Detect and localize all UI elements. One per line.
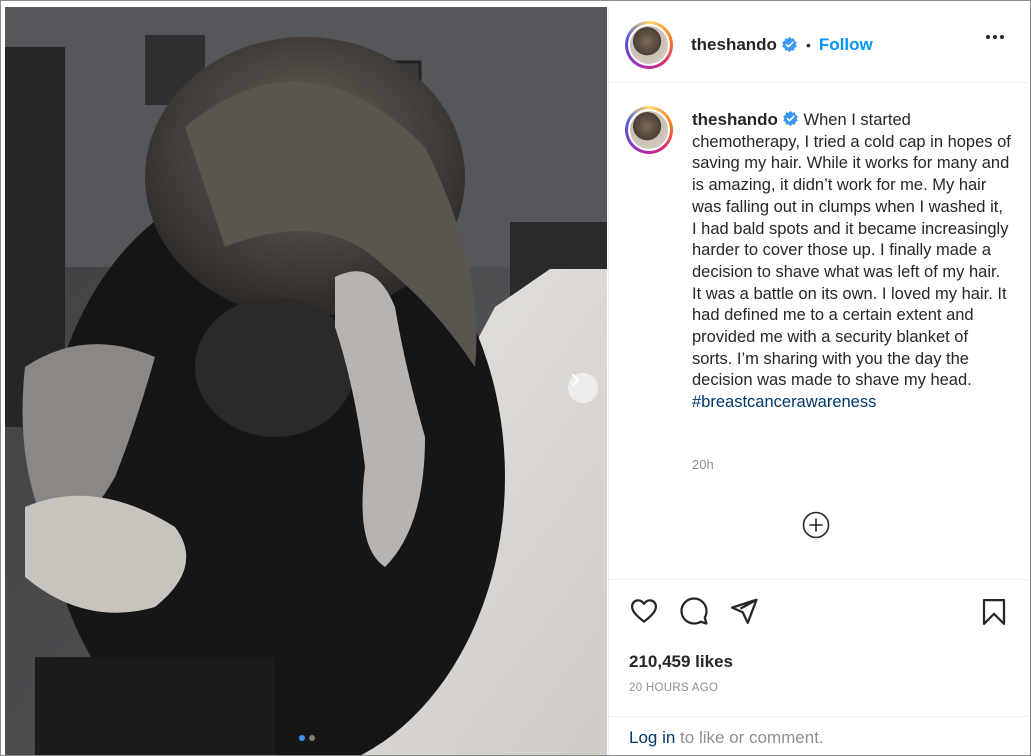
caption-body: When I started chemotherapy, I tried a c… (692, 111, 1011, 390)
carousel-dot (309, 735, 315, 741)
author-username[interactable]: theshando (691, 35, 777, 55)
post-timestamp[interactable]: 20 HOURS AGO (629, 682, 718, 694)
avatar-image (628, 109, 670, 151)
post-header: theshando • Follow (609, 7, 1028, 83)
caption-username[interactable]: theshando (692, 110, 778, 129)
hashtag-link[interactable]: #breastcancerawareness (692, 393, 876, 411)
action-bar (609, 580, 1029, 642)
carousel-indicator (299, 735, 315, 741)
more-options-icon[interactable] (986, 35, 1004, 39)
post-photo[interactable] (5, 7, 607, 755)
header-username-group: theshando • Follow (691, 35, 873, 55)
next-photo-button[interactable] (568, 373, 598, 403)
verified-badge-icon (782, 36, 797, 53)
photo-image (5, 7, 607, 755)
comment-icon[interactable] (679, 596, 709, 626)
carousel-dot (299, 735, 305, 741)
login-link[interactable]: Log in (629, 728, 675, 747)
instagram-post-window: theshando • Follow theshando When I star… (0, 0, 1031, 756)
avatar-image (628, 23, 670, 66)
verified-badge-icon (783, 110, 798, 127)
chevron-right-icon (572, 374, 579, 386)
login-prompt: Log in to like or comment. (609, 716, 1029, 756)
separator-dot: • (805, 36, 811, 53)
caption-timestamp[interactable]: 20h (692, 457, 714, 472)
caption-section: theshando When I started chemotherapy, I… (609, 83, 1028, 577)
post-side-panel: theshando • Follow theshando When I star… (608, 7, 1029, 755)
caption: theshando When I started chemotherapy, I… (692, 109, 1012, 414)
paper-plane-icon[interactable] (729, 596, 759, 626)
heart-icon[interactable] (629, 596, 659, 626)
follow-button[interactable]: Follow (819, 35, 873, 55)
login-prompt-text: to like or comment. (675, 728, 824, 747)
actions-section: 210,459 likes 20 HOURS AGO Log in to lik… (609, 579, 1029, 747)
plus-circle-icon[interactable] (802, 511, 830, 539)
likes-count[interactable]: 210,459 likes (629, 652, 733, 672)
avatar[interactable] (625, 20, 673, 69)
caption-avatar[interactable] (625, 106, 673, 154)
bookmark-icon[interactable] (979, 596, 1009, 628)
